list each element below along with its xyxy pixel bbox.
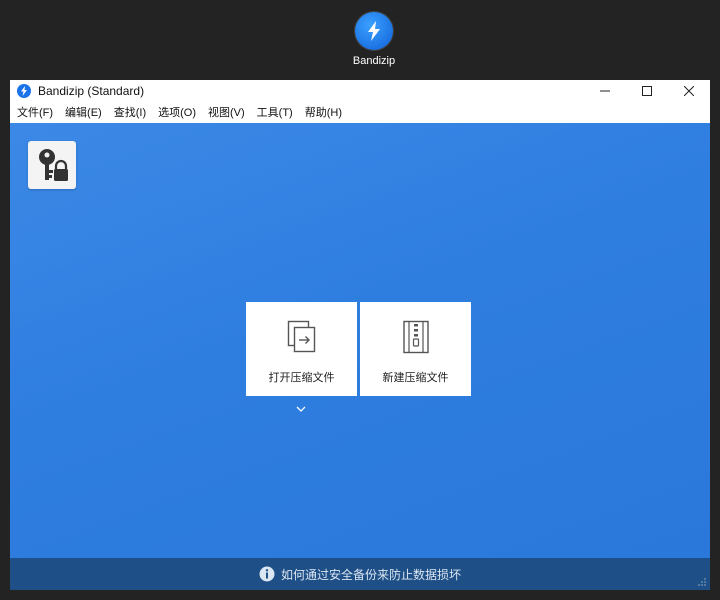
menu-find[interactable]: 查找(I) [111,104,152,120]
menu-file[interactable]: 文件(F) [14,104,59,120]
key-lock-icon [39,149,68,181]
menu-help[interactable]: 帮助(H) [302,104,348,120]
resize-grip-icon [698,578,706,586]
new-archive-icon [401,320,431,359]
menu-tools[interactable]: 工具(T) [254,104,299,120]
menu-options[interactable]: 选项(O) [155,104,202,120]
open-archive-button[interactable]: 打开压缩文件 [246,302,357,396]
app-logo-icon [17,84,31,98]
menu-bar: 文件(F) 编辑(E) 查找(I) 选项(O) 视图(V) 工具(T) 帮助(H… [10,102,710,122]
chevron-down-icon [296,406,306,412]
main-content: 打开压缩文件 新建压缩文件 [10,123,710,558]
close-button[interactable] [668,80,710,102]
maximize-button[interactable] [626,80,668,102]
new-archive-label: 新建压缩文件 [382,372,449,384]
maximize-icon [642,86,652,96]
info-icon [259,566,275,582]
menu-view[interactable]: 视图(V) [205,104,251,120]
title-bar[interactable]: Bandizip (Standard) [10,80,710,102]
close-icon [684,86,694,96]
desktop-bandizip-shortcut[interactable]: Bandizip [344,12,404,67]
open-archive-icon [287,320,317,359]
open-archive-label: 打开压缩文件 [268,372,335,384]
tip-text: 如何通过安全备份来防止数据损坏 [280,567,461,582]
tip-bar[interactable]: 如何通过安全备份来防止数据损坏 [10,558,710,590]
password-manager-button[interactable] [28,141,76,189]
bandizip-window: Bandizip (Standard) 文件(F) 编辑(E) 查找(I) 选项… [10,80,710,590]
desktop-icon-label: Bandizip [352,55,396,67]
minimize-button[interactable] [584,80,626,102]
bandizip-logo-icon [355,12,393,50]
window-title: Bandizip (Standard) [38,84,145,98]
open-archive-dropdown[interactable] [295,400,307,418]
menu-edit[interactable]: 编辑(E) [62,104,108,120]
new-archive-button[interactable]: 新建压缩文件 [360,302,471,396]
minimize-icon [600,90,610,92]
